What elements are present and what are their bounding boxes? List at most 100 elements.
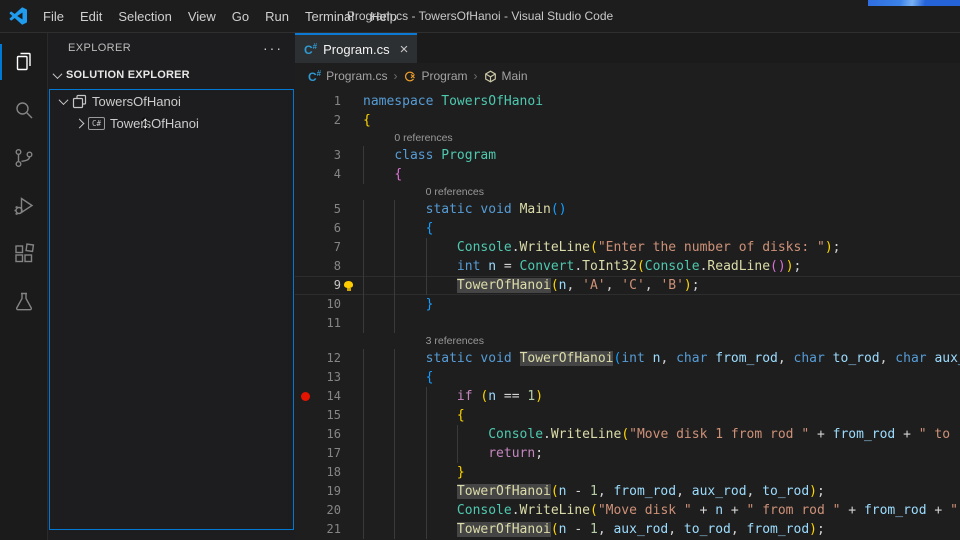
breadcrumb-method[interactable]: Main	[484, 69, 528, 83]
glyph-margin[interactable]	[295, 482, 315, 501]
line-number[interactable]: 19	[315, 482, 341, 501]
glyph-margin[interactable]	[295, 520, 315, 539]
breadcrumb-class[interactable]: Program	[403, 69, 467, 83]
line-number[interactable]: 13	[315, 368, 341, 387]
tree-item-solution[interactable]: TowersOfHanoi	[50, 90, 293, 112]
section-solution-explorer[interactable]: SOLUTION EXPLORER	[48, 63, 295, 87]
menu-go[interactable]: Go	[224, 0, 257, 33]
fold-gutter	[341, 200, 363, 219]
line-number[interactable]: 14	[315, 387, 341, 406]
code-line[interactable]: 5 static void Main()	[295, 200, 960, 219]
menu-view[interactable]: View	[180, 0, 224, 33]
line-number[interactable]: 1	[315, 92, 341, 111]
line-number[interactable]: 12	[315, 349, 341, 368]
code-area[interactable]: 1namespace TowersOfHanoi2{0 references3 …	[295, 89, 960, 540]
glyph-margin[interactable]	[295, 444, 315, 463]
code-line[interactable]: 20 Console.WriteLine("Move disk " + n + …	[295, 501, 960, 520]
tree-item-project[interactable]: C# TowersOfHanoi	[50, 112, 293, 134]
line-number[interactable]: 18	[315, 463, 341, 482]
more-actions-icon[interactable]: ···	[263, 43, 283, 53]
glyph-margin[interactable]	[295, 314, 315, 333]
menu-run[interactable]: Run	[257, 0, 297, 33]
chevron-down-icon[interactable]	[59, 95, 69, 105]
explorer-icon[interactable]	[0, 38, 47, 86]
code-line[interactable]: 9 TowerOfHanoi(n, 'A', 'C', 'B');	[295, 276, 960, 295]
code-line[interactable]: 2{	[295, 111, 960, 130]
glyph-margin[interactable]	[295, 368, 315, 387]
codelens-references[interactable]: 0 references	[295, 184, 960, 200]
line-number[interactable]: 16	[315, 425, 341, 444]
line-number[interactable]: 8	[315, 257, 341, 276]
code-line[interactable]: 8 int n = Convert.ToInt32(Console.ReadLi…	[295, 257, 960, 276]
line-number[interactable]: 3	[315, 146, 341, 165]
codelens-references[interactable]: 3 references	[295, 333, 960, 349]
code-line[interactable]: 1namespace TowersOfHanoi	[295, 92, 960, 111]
line-number[interactable]: 4	[315, 165, 341, 184]
code-line[interactable]: 12 static void TowerOfHanoi(int n, char …	[295, 349, 960, 368]
code-line[interactable]: 3 class Program	[295, 146, 960, 165]
fold-gutter	[341, 501, 363, 520]
code-line[interactable]: 10 }	[295, 295, 960, 314]
glyph-margin[interactable]	[295, 165, 315, 184]
close-icon[interactable]: ×	[400, 42, 409, 57]
code-line[interactable]: 6 {	[295, 219, 960, 238]
glyph-margin[interactable]	[295, 92, 315, 111]
code-line[interactable]: 19 TowerOfHanoi(n - 1, from_rod, aux_rod…	[295, 482, 960, 501]
line-number[interactable]: 15	[315, 406, 341, 425]
glyph-margin[interactable]	[295, 463, 315, 482]
glyph-margin[interactable]	[295, 349, 315, 368]
menu-file[interactable]: File	[35, 0, 72, 33]
line-number[interactable]: 10	[315, 295, 341, 314]
line-number[interactable]: 7	[315, 238, 341, 257]
line-number[interactable]: 21	[315, 520, 341, 539]
glyph-margin[interactable]	[295, 146, 315, 165]
line-number[interactable]: 17	[315, 444, 341, 463]
glyph-margin[interactable]	[295, 257, 315, 276]
glyph-margin[interactable]	[295, 425, 315, 444]
menu-selection[interactable]: Selection	[110, 0, 179, 33]
glyph-margin[interactable]	[295, 219, 315, 238]
run-and-debug-icon[interactable]	[0, 182, 47, 230]
tab-label: Program.cs	[323, 42, 389, 57]
code-line[interactable]: 15 {	[295, 406, 960, 425]
extensions-icon[interactable]	[0, 230, 47, 278]
code-line[interactable]: 11	[295, 314, 960, 333]
menu-edit[interactable]: Edit	[72, 0, 110, 33]
glyph-margin[interactable]	[295, 387, 315, 406]
glyph-margin[interactable]	[295, 200, 315, 219]
lightbulb-icon[interactable]	[344, 281, 353, 288]
tab-program-cs[interactable]: C# Program.cs ×	[295, 33, 417, 63]
testing-icon[interactable]	[0, 278, 47, 326]
line-number[interactable]: 5	[315, 200, 341, 219]
indent-guide	[363, 314, 364, 333]
glyph-margin[interactable]	[295, 111, 315, 130]
breadcrumb-file[interactable]: C# Program.cs	[308, 69, 387, 83]
code-text: return;	[363, 444, 543, 463]
line-number[interactable]: 2	[315, 111, 341, 130]
code-line[interactable]: 21 TowerOfHanoi(n - 1, aux_rod, to_rod, …	[295, 520, 960, 539]
line-number[interactable]: 9	[315, 276, 341, 295]
code-line[interactable]: 7 Console.WriteLine("Enter the number of…	[295, 238, 960, 257]
search-icon[interactable]	[0, 86, 47, 134]
code-line[interactable]: 18 }	[295, 463, 960, 482]
glyph-margin[interactable]	[295, 238, 315, 257]
code-line[interactable]: 14 if (n == 1)	[295, 387, 960, 406]
breadcrumb-separator-icon: ›	[393, 69, 397, 83]
glyph-margin[interactable]	[295, 295, 315, 314]
code-line[interactable]: 16 Console.WriteLine("Move disk 1 from r…	[295, 425, 960, 444]
breakpoint-icon[interactable]	[301, 392, 310, 401]
line-number[interactable]: 11	[315, 314, 341, 333]
code-text: TowerOfHanoi(n - 1, from_rod, aux_rod, t…	[363, 482, 825, 501]
code-line[interactable]: 17 return;	[295, 444, 960, 463]
glyph-margin[interactable]	[295, 406, 315, 425]
glyph-margin[interactable]	[295, 501, 315, 520]
code-line[interactable]: 13 {	[295, 368, 960, 387]
source-control-icon[interactable]	[0, 134, 47, 182]
chevron-right-icon[interactable]	[75, 118, 85, 128]
fold-gutter	[341, 425, 363, 444]
line-number[interactable]: 20	[315, 501, 341, 520]
line-number[interactable]: 6	[315, 219, 341, 238]
code-line[interactable]: 4 {	[295, 165, 960, 184]
codelens-references[interactable]: 0 references	[295, 130, 960, 146]
glyph-margin[interactable]	[295, 276, 315, 295]
